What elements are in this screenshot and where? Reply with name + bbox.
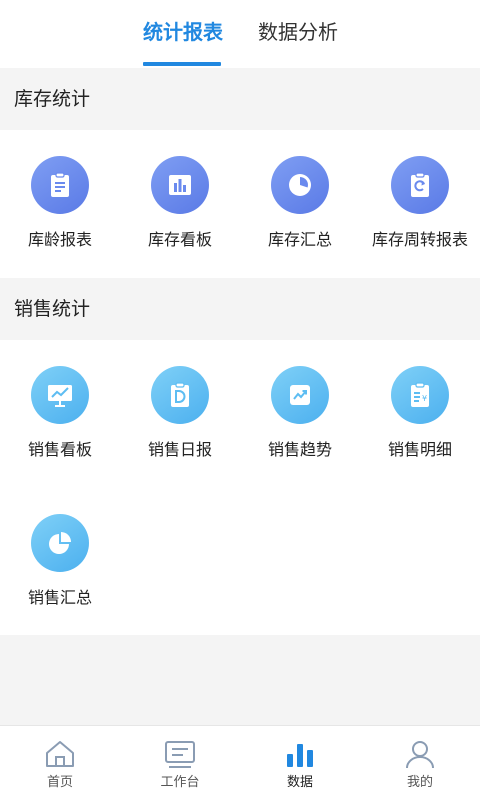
nav-item-data[interactable]: 数据 [240,726,360,800]
sales-section-title: 销售统计 [14,298,91,320]
clipboard-d-icon [151,366,209,424]
grid-item-label: 库龄报表 [27,230,92,249]
clipboard-list-icon [31,156,89,214]
grid-item-label: 库存看板 [147,230,212,249]
grid-item-stock-age-report[interactable]: 库龄报表 [0,130,120,250]
bar-chart-board-icon [151,156,209,214]
inventory-section-title: 库存统计 [14,88,91,110]
grid-item-label: 销售明细 [387,440,452,459]
bottom-nav-bar: 首页 工作台 数据 我的 [0,725,480,800]
sales-grid: 销售看板 销售日报 销售趋势 ¥ 销售明细 销售汇总 [0,340,480,635]
tab-stats-report[interactable]: 统计报表 [143,18,223,46]
grid-item-sales-detail[interactable]: ¥ 销售明细 [360,340,480,460]
nav-item-workbench[interactable]: 工作台 [120,726,240,800]
nav-label: 数据 [286,775,313,790]
data-bar-icon [287,744,313,767]
sales-section-header: 销售统计 [0,278,480,340]
home-icon [46,741,74,767]
presentation-board-icon [31,366,89,424]
inventory-section-header: 库存统计 [0,68,480,130]
svg-text:¥: ¥ [422,394,427,403]
grid-item-label: 销售看板 [27,440,92,459]
nav-label: 首页 [46,775,73,790]
grid-item-stock-board[interactable]: 库存看板 [120,130,240,250]
inventory-grid: 库龄报表 库存看板 库存汇总 库存周转报表 [0,130,480,278]
tab-data-analysis[interactable]: 数据分析 [258,18,338,46]
grid-item-label: 销售趋势 [267,440,332,459]
nav-item-mine[interactable]: 我的 [360,726,480,800]
grid-item-sales-trend[interactable]: 销售趋势 [240,340,360,460]
grid-item-label: 库存周转报表 [371,230,468,249]
grid-item-label: 销售日报 [147,440,212,459]
grid-item-stock-turnover-report[interactable]: 库存周转报表 [360,130,480,250]
grid-item-label: 库存汇总 [267,230,332,249]
grid-item-sales-board[interactable]: 销售看板 [0,340,120,460]
nav-label: 我的 [406,775,433,790]
pie-clock-icon [271,156,329,214]
pie-chart-icon [31,514,89,572]
grid-item-sales-daily[interactable]: 销售日报 [120,340,240,460]
active-tab-indicator [143,62,221,66]
user-icon [406,741,434,769]
nav-item-home[interactable]: 首页 [0,726,120,800]
clipboard-yen-icon: ¥ [391,366,449,424]
app-root: 统计报表 数据分析 库存统计 库龄报表 库存看板 库存汇总 库存周转报表 销售统… [0,0,480,800]
top-tab-bar: 统计报表 数据分析 [0,0,480,68]
grid-item-label: 销售汇总 [27,588,92,607]
nav-label: 工作台 [160,775,200,790]
grid-item-stock-summary[interactable]: 库存汇总 [240,130,360,250]
grid-item-sales-summary[interactable]: 销售汇总 [0,488,120,608]
trend-up-icon [271,366,329,424]
workbench-icon [165,741,195,768]
clipboard-refresh-icon [391,156,449,214]
